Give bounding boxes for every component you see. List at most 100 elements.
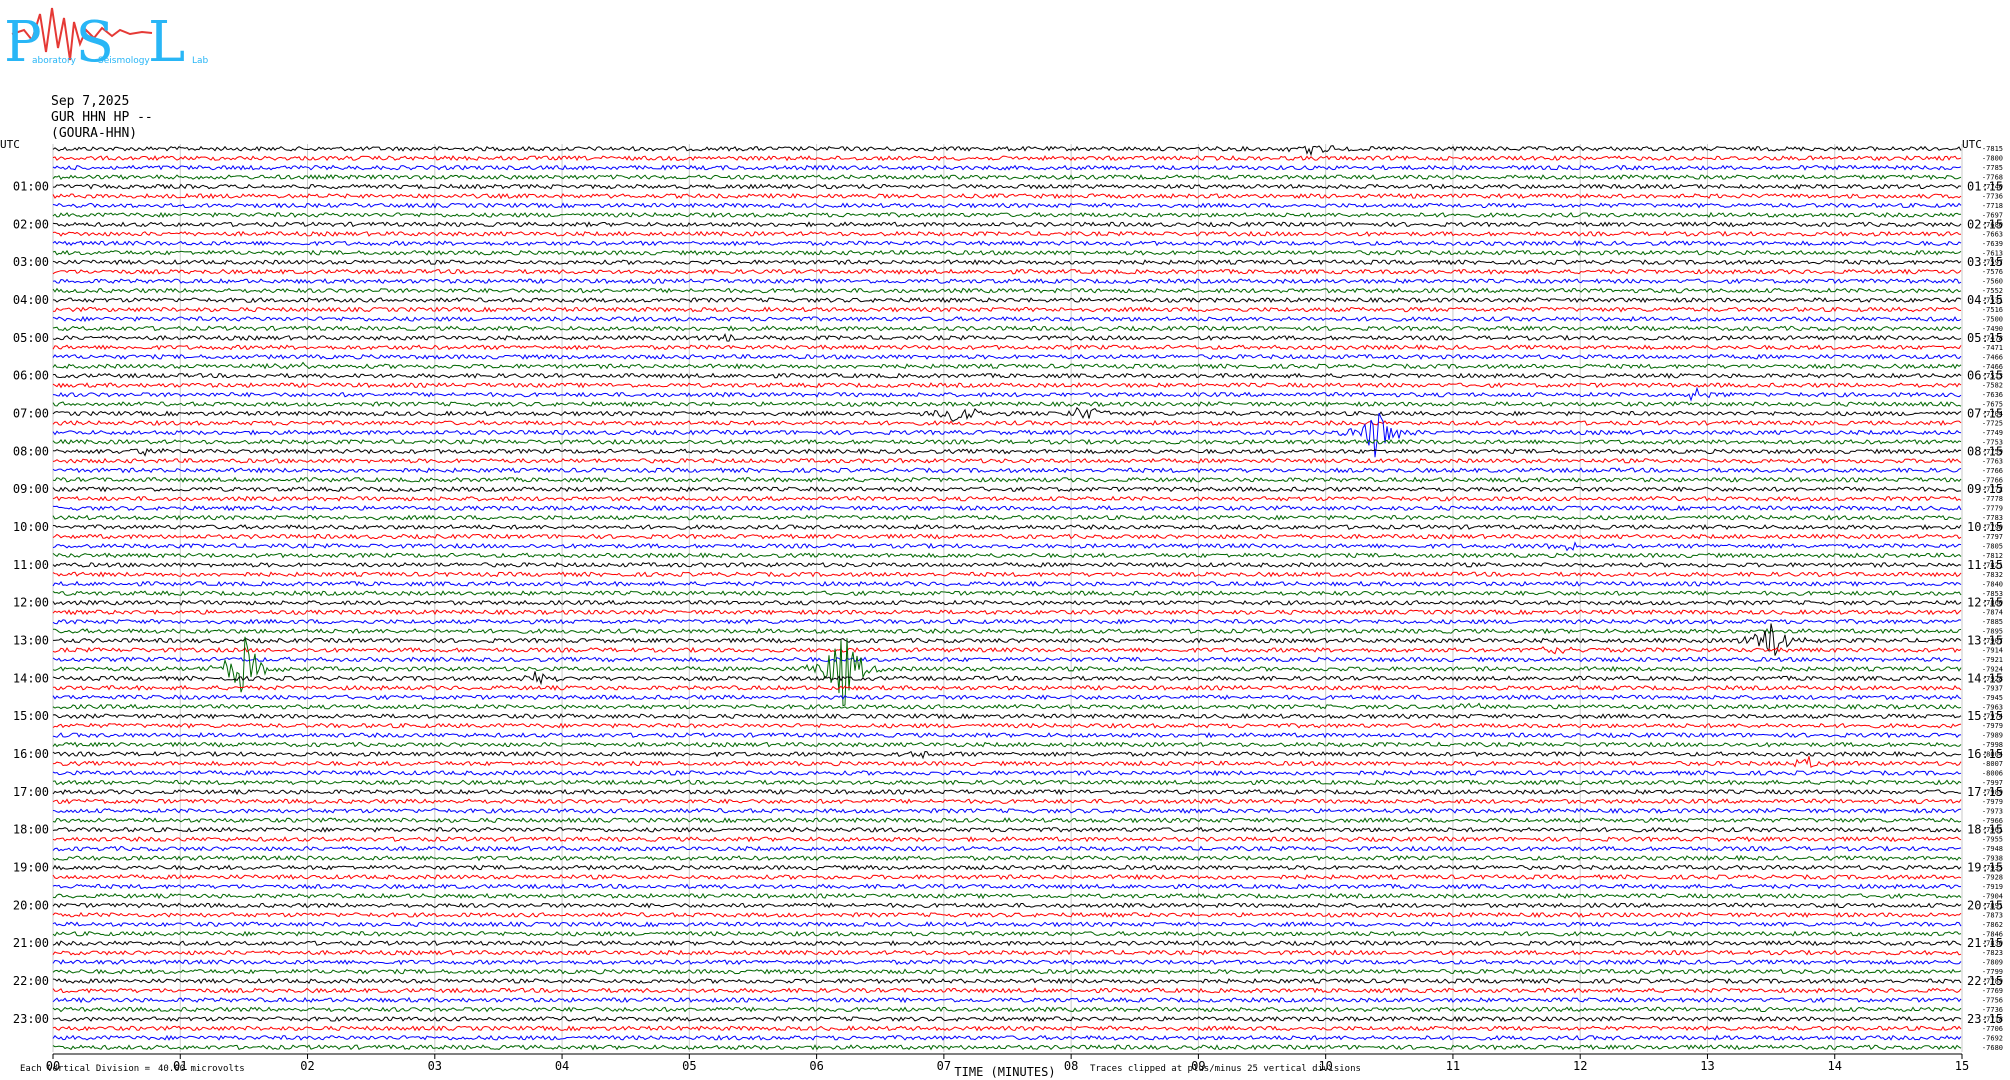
trace-offset-label: -7718 (1982, 202, 2003, 210)
hour-label-right: 11:15 (1967, 558, 2003, 572)
seismic-trace (52, 599, 1962, 606)
seismic-trace (52, 854, 1962, 862)
trace-offset-label: -7873 (1982, 911, 2003, 919)
seismic-trace (52, 873, 1962, 881)
hour-label-left: 02:00 (13, 217, 49, 231)
seismic-trace (52, 713, 1962, 720)
seismic-trace (52, 977, 1962, 985)
trace-offset-label: -7914 (1982, 647, 2003, 655)
seismic-trace (52, 1034, 1962, 1041)
hour-label-left: 12:00 (13, 596, 49, 610)
seismic-trace (52, 671, 1962, 686)
seismic-trace (52, 386, 1962, 402)
trace-offset-label: -7766 (1982, 467, 2003, 475)
seismic-trace (52, 438, 1962, 446)
hour-label-right: 08:15 (1967, 444, 2003, 458)
x-tick-label: 04 (555, 1059, 569, 1073)
trace-offset-label: -7797 (1982, 533, 2003, 541)
seismic-trace (52, 249, 1962, 256)
seismic-trace (52, 750, 1962, 760)
trace-offset-label: -7815 (1982, 145, 2003, 153)
seismic-trace (52, 541, 1962, 552)
trace-offset-label: -7466 (1982, 353, 2003, 361)
seismic-trace (52, 883, 1961, 890)
seismic-trace (52, 940, 1962, 947)
trace-offset-label: -7692 (1982, 1034, 2003, 1042)
hour-label-right: 05:15 (1967, 331, 2003, 345)
trace-offset-label: -7779 (1982, 505, 2003, 513)
seismic-trace (52, 192, 1962, 200)
x-tick-label: 12 (1573, 1059, 1587, 1073)
hour-label-right: 19:15 (1967, 861, 2003, 875)
seismic-trace (52, 798, 1962, 805)
trace-offset-label: -7921 (1982, 656, 2003, 664)
trace-offset-label: -7823 (1982, 949, 2003, 957)
seismic-trace (53, 183, 1962, 190)
seismic-trace (52, 467, 1962, 474)
seismic-trace (52, 211, 1962, 218)
seismic-trace (52, 722, 1962, 729)
seismic-trace (52, 344, 1962, 351)
trace-offset-label: -7778 (1982, 495, 2003, 503)
hour-label-left: 09:00 (13, 482, 49, 496)
hour-label-right: 23:15 (1967, 1012, 2003, 1026)
trace-offset-label: -7885 (1982, 618, 2003, 626)
seismic-trace (52, 268, 1962, 275)
trace-offset-label: -7874 (1982, 609, 2003, 617)
seismic-trace (52, 987, 1962, 994)
seismic-trace (52, 788, 1962, 796)
seismic-trace (52, 505, 1962, 512)
trace-offset-label: -7840 (1982, 580, 2003, 588)
trace-offset-label: -7725 (1982, 420, 2003, 428)
seismic-trace (52, 353, 1962, 360)
trace-offset-label: -7937 (1982, 684, 2003, 692)
seismic-trace (52, 741, 1962, 748)
footer-division-value: 40.00 microvolts (158, 1064, 245, 1074)
hour-label-right: 01:15 (1967, 180, 2003, 194)
hour-label-left: 21:00 (13, 936, 49, 950)
hour-label-right: 06:15 (1967, 369, 2003, 383)
seismic-trace (52, 259, 1962, 266)
helicorder-plot: -7815-7800-7785-7768-7740-7736-7718-7697… (0, 138, 2003, 1079)
seismic-trace (52, 656, 1962, 663)
seismic-trace (52, 278, 1962, 285)
trace-offset-label: -7769 (1982, 987, 2003, 995)
hour-label-left: 20:00 (13, 898, 49, 912)
x-tick-label: 06 (809, 1059, 823, 1073)
seismic-trace (52, 845, 1962, 852)
hour-label-left: 23:00 (13, 1012, 49, 1026)
seismic-trace (52, 590, 1962, 597)
x-tick-label: 11 (1446, 1059, 1460, 1073)
trace-offset-label: -7973 (1982, 807, 2003, 815)
seismic-trace (52, 930, 1962, 937)
utc-label-right: UTC (1962, 138, 1982, 151)
hour-label-left: 22:00 (13, 974, 49, 988)
seismic-trace (52, 769, 1962, 777)
trace-offset-label: -8006 (1982, 769, 2003, 777)
seismic-trace (52, 145, 1962, 157)
seismic-trace (52, 902, 1962, 909)
footer-clip-note: Traces clipped at plus/minus 25 vertical… (1090, 1064, 1361, 1074)
trace-offset-label: -7636 (1982, 391, 2003, 399)
trace-offset-label: -7919 (1982, 883, 2003, 891)
trace-offset-label: -7576 (1982, 268, 2003, 276)
trace-offset-label: -7516 (1982, 306, 2003, 314)
seismic-trace (52, 694, 1962, 701)
trace-offset-label: -7680 (1982, 1044, 2003, 1052)
hour-label-left: 03:00 (13, 255, 49, 269)
x-tick-label: 03 (428, 1059, 442, 1073)
seismic-trace (52, 447, 1962, 457)
seismic-trace (52, 495, 1962, 502)
x-tick-label: 08 (1064, 1059, 1078, 1073)
seismic-trace (52, 523, 1962, 531)
seismic-trace (52, 618, 1962, 625)
trace-offset-label: -7945 (1982, 694, 2003, 702)
hour-label-left: 14:00 (13, 671, 49, 685)
seismic-trace (52, 921, 1962, 928)
seismic-trace (52, 221, 1962, 228)
seismic-trace (52, 514, 1962, 521)
hour-label-left: 10:00 (13, 520, 49, 534)
seismic-trace (52, 552, 1962, 559)
trace-offset-label: -7948 (1982, 845, 2003, 853)
trace-offset-label: -7832 (1982, 571, 2003, 579)
